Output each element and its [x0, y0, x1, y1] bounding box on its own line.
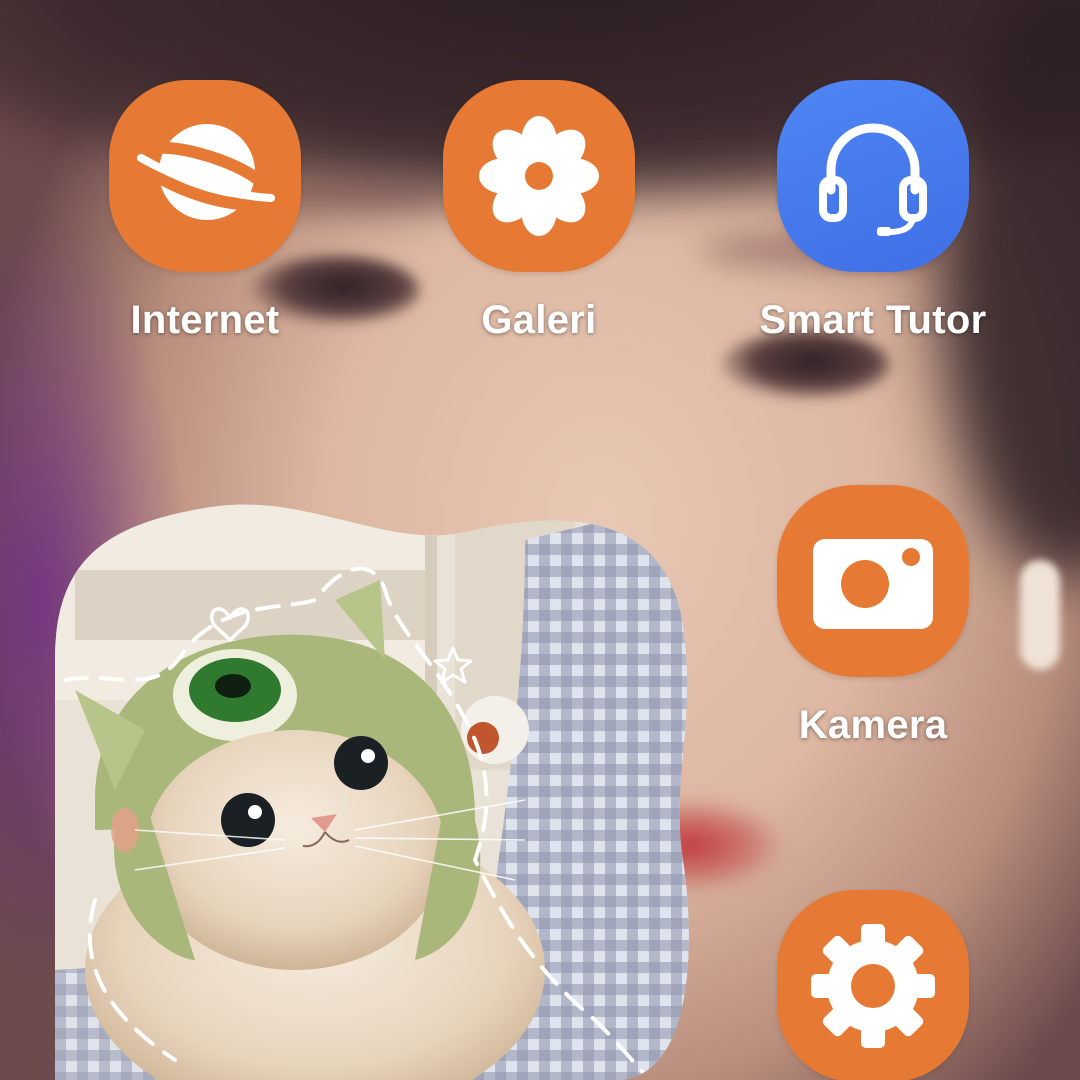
app-settings-icon-bg: [777, 890, 969, 1080]
app-kamera[interactable]: Kamera: [753, 485, 993, 748]
app-smart-tutor[interactable]: Smart Tutor: [753, 80, 993, 343]
flower-icon: [479, 116, 599, 236]
headset-icon: [819, 123, 927, 236]
app-kamera-icon-bg: [777, 485, 969, 677]
app-smart-tutor-icon-bg: [777, 80, 969, 272]
app-smart-tutor-label: Smart Tutor: [759, 298, 987, 342]
app-galeri[interactable]: Galeri: [419, 80, 659, 343]
photo-widget[interactable]: [55, 500, 690, 1080]
app-kamera-label: Kamera: [798, 703, 948, 747]
planet-icon: [135, 124, 275, 220]
app-internet-label: Internet: [130, 298, 280, 342]
app-galeri-icon-bg: [443, 80, 635, 272]
app-internet-icon-bg: [109, 80, 301, 272]
app-settings[interactable]: [753, 890, 993, 1080]
app-internet[interactable]: Internet: [85, 80, 325, 343]
gear-icon: [811, 924, 935, 1048]
camera-icon: [813, 539, 933, 629]
wallpaper-earring: [1020, 560, 1060, 670]
cat-photo: [55, 504, 689, 1080]
app-galeri-label: Galeri: [481, 298, 597, 342]
